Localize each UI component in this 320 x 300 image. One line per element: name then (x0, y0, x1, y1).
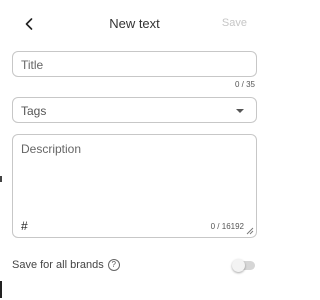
save-for-all-brands-toggle[interactable] (232, 259, 255, 272)
tags-label: Tags (21, 104, 47, 118)
description-field[interactable]: # 0 / 16192 (12, 134, 257, 238)
description-char-counter: 0 / 16192 (210, 222, 244, 231)
hashtag-button[interactable]: # (21, 219, 28, 233)
save-for-all-brands-row: Save for all brands ? (12, 259, 120, 271)
edge-divider (0, 176, 2, 182)
resize-handle-icon[interactable] (246, 227, 254, 235)
header: New text Save (0, 0, 269, 48)
save-for-all-brands-label: Save for all brands (12, 259, 104, 271)
toggle-knob (232, 259, 245, 272)
chevron-down-icon (236, 109, 244, 113)
title-field[interactable] (12, 51, 257, 77)
new-text-panel: New text Save 0 / 35 Tags # 0 / 16192 Sa… (0, 0, 269, 300)
title-char-counter: 0 / 35 (234, 80, 255, 89)
help-icon[interactable]: ? (107, 259, 120, 271)
description-input[interactable] (21, 142, 249, 212)
title-input[interactable] (21, 57, 249, 73)
save-button[interactable]: Save (222, 17, 247, 29)
tags-select[interactable]: Tags (12, 97, 257, 123)
edge-divider (0, 281, 2, 298)
